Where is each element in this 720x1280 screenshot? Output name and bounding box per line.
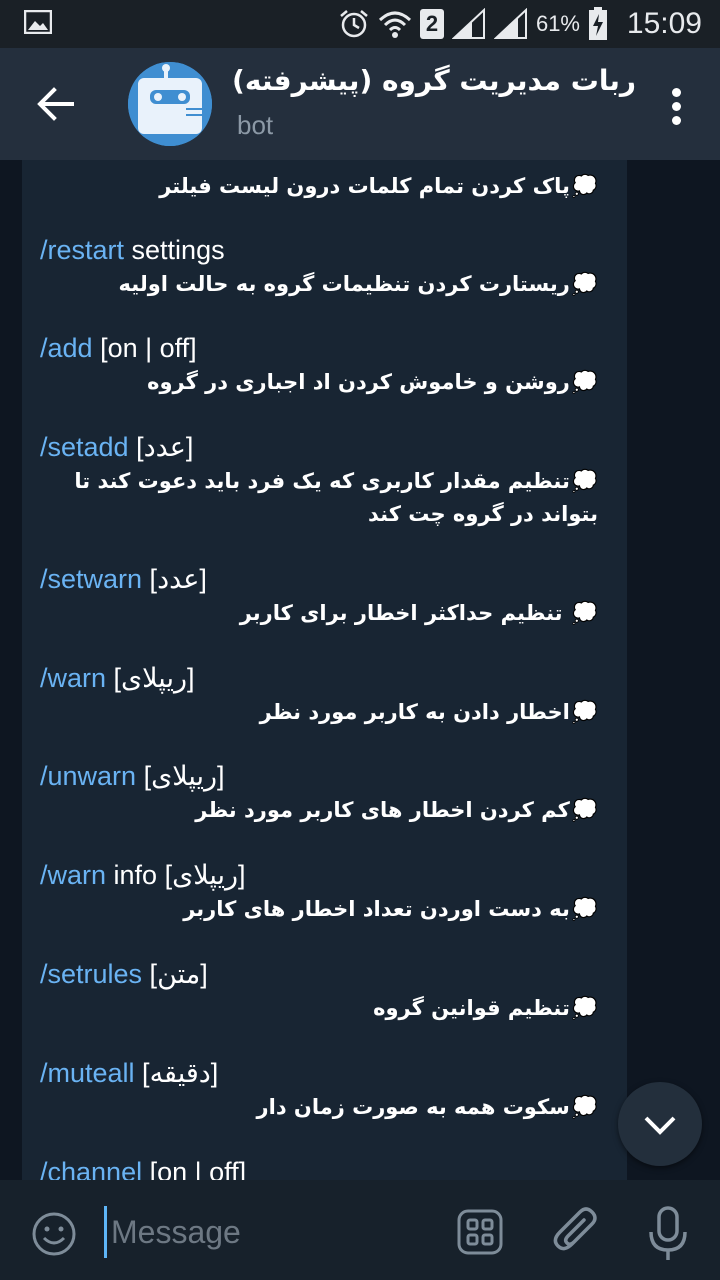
command-link[interactable]: /restart bbox=[40, 235, 124, 265]
thought-bubble-icon: 💭 bbox=[571, 897, 598, 921]
command-description: 💭به دست اوردن تعداد اخطار های کاربر bbox=[183, 897, 598, 921]
robot-avatar-icon bbox=[128, 62, 212, 146]
command-args: [عدد] bbox=[142, 564, 207, 594]
status-bar: 2 61% 15:09 bbox=[0, 0, 720, 48]
signal-icon bbox=[451, 8, 485, 39]
battery-percent: 61% bbox=[535, 11, 580, 36]
command-link[interactable]: /warn bbox=[40, 663, 106, 693]
chat-title[interactable]: ربات مدیریت گروه (پیشرفته) bbox=[232, 64, 636, 97]
command-args: [دقیقه] bbox=[134, 1058, 219, 1088]
command-item: /warn [ریپلای] 💭اخطار دادن به کاربر مورد… bbox=[40, 662, 610, 729]
command-link[interactable]: /setrules bbox=[40, 959, 142, 989]
command-description: 💭ریستارت کردن تنظیمات گروه به حالت اولیه bbox=[118, 272, 598, 296]
microphone-icon[interactable] bbox=[646, 1206, 690, 1262]
chat-area[interactable]: 💭پاک کردن تمام کلمات درون لیست فیلتر /re… bbox=[0, 160, 720, 1180]
command-args: [متن] bbox=[142, 959, 208, 989]
command-args: info [ریپلای] bbox=[106, 860, 246, 890]
command-args: settings bbox=[124, 235, 225, 265]
command-link[interactable]: /setwarn bbox=[40, 564, 142, 594]
command-description: 💭سکوت همه به صورت زمان دار bbox=[256, 1095, 598, 1119]
command-description: 💭اخطار دادن به کاربر مورد نظر bbox=[259, 700, 598, 724]
more-vertical-icon[interactable] bbox=[662, 78, 692, 134]
clock: 15:09 bbox=[626, 7, 702, 40]
thought-bubble-icon: 💭 bbox=[571, 469, 598, 493]
command-item-partial: 💭پاک کردن تمام کلمات درون لیست فیلتر bbox=[40, 168, 610, 203]
command-description: 💭کم کردن اخطار های کاربر مورد نظر bbox=[195, 798, 598, 822]
sim-badge: 2 bbox=[419, 9, 444, 39]
thought-bubble-icon: 💭 bbox=[571, 996, 598, 1020]
alarm-icon bbox=[340, 10, 368, 38]
chevron-down-icon bbox=[644, 1116, 676, 1135]
thought-bubble-icon: 💭 bbox=[571, 370, 598, 394]
command-link[interactable]: /warn bbox=[40, 860, 106, 890]
message-input[interactable] bbox=[104, 1206, 433, 1258]
command-args: [on | off] bbox=[142, 1157, 247, 1180]
thought-bubble-icon: 💭 bbox=[571, 700, 598, 724]
command-item: /channel [on | off] bbox=[40, 1156, 610, 1180]
thought-bubble-icon: 💭 bbox=[571, 798, 598, 822]
command-item: /setrules [متن] 💭تنظیم قوانین گروه bbox=[40, 958, 610, 1025]
input-bar bbox=[0, 1180, 720, 1280]
command-item: /setadd [عدد] 💭تنظیم مقدار کاربری که یک … bbox=[40, 431, 610, 531]
command-item: /restart settings 💭ریستارت کردن تنظیمات … bbox=[40, 234, 610, 301]
command-args: [ریپلای] bbox=[136, 761, 225, 791]
command-item: /unwarn [ریپلای] 💭کم کردن اخطار های کارب… bbox=[40, 760, 610, 827]
thought-bubble-icon: 💭 bbox=[571, 601, 598, 625]
wifi-icon bbox=[378, 11, 411, 38]
command-item: /add [on | off] 💭روشن و خاموش کردن اد اج… bbox=[40, 332, 610, 399]
command-item: /setwarn [عدد] 💭 تنظیم حداکثر اخطار برای… bbox=[40, 563, 610, 630]
signal-icon-2 bbox=[493, 8, 527, 39]
command-link[interactable]: /setadd bbox=[40, 432, 129, 462]
command-description: 💭پاک کردن تمام کلمات درون لیست فیلتر bbox=[159, 174, 598, 198]
chat-header: ربات مدیریت گروه (پیشرفته) bot bbox=[0, 48, 720, 160]
command-link[interactable]: /muteall bbox=[40, 1058, 135, 1088]
status-icons: 2 61% bbox=[338, 6, 608, 42]
thought-bubble-icon: 💭 bbox=[571, 272, 598, 296]
chat-subtitle: bot bbox=[237, 110, 274, 140]
command-link[interactable]: /channel bbox=[40, 1157, 142, 1180]
scroll-down-button[interactable] bbox=[618, 1082, 702, 1166]
command-description: 💭 تنظیم حداکثر اخطار برای کاربر bbox=[239, 601, 598, 625]
command-link[interactable]: /add bbox=[40, 333, 93, 363]
gallery-icon bbox=[24, 10, 52, 34]
bot-commands-icon[interactable] bbox=[456, 1208, 504, 1256]
arrow-left-icon[interactable] bbox=[28, 76, 84, 132]
command-args: [on | off] bbox=[92, 333, 197, 363]
command-description: 💭تنظیم قوانین گروه bbox=[373, 996, 598, 1020]
thought-bubble-icon: 💭 bbox=[571, 174, 598, 198]
thought-bubble-icon: 💭 bbox=[571, 1095, 598, 1119]
command-item: /muteall [دقیقه] 💭سکوت همه به صورت زمان … bbox=[40, 1057, 610, 1124]
attach-icon[interactable] bbox=[552, 1206, 600, 1258]
command-item: /warn info [ریپلای] 💭به دست اوردن تعداد … bbox=[40, 859, 610, 926]
command-args: [ریپلای] bbox=[106, 663, 195, 693]
avatar[interactable] bbox=[128, 62, 212, 146]
command-description: 💭روشن و خاموش کردن اد اجباری در گروه bbox=[147, 370, 598, 394]
battery-charging-icon bbox=[589, 7, 607, 40]
emoji-icon[interactable] bbox=[30, 1210, 78, 1258]
command-link[interactable]: /unwarn bbox=[40, 761, 136, 791]
command-args: [عدد] bbox=[128, 432, 194, 462]
command-description: 💭تنظیم مقدار کاربری که یک فرد باید دعوت … bbox=[74, 469, 598, 526]
